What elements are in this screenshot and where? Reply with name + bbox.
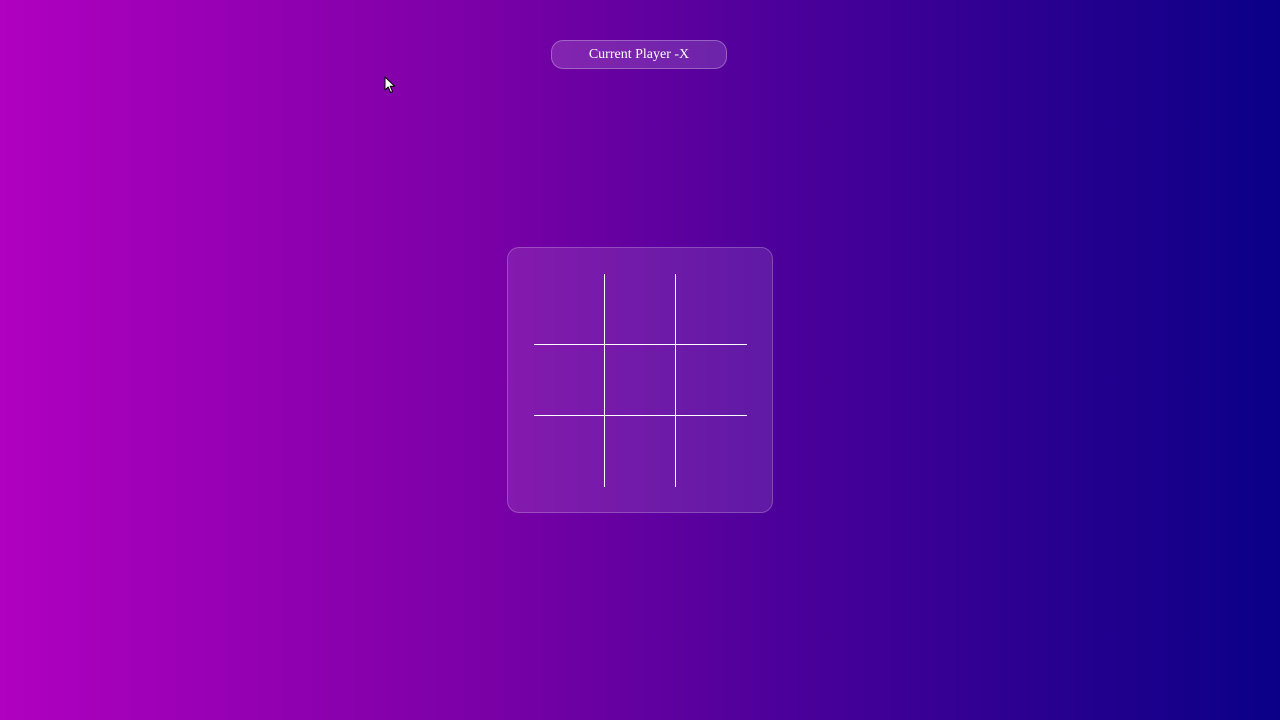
board-cell-9[interactable] <box>676 416 747 487</box>
game-board-card <box>507 247 773 513</box>
board-cell-5[interactable] <box>605 345 676 416</box>
board-cell-3[interactable] <box>676 274 747 345</box>
tic-tac-toe-grid <box>534 274 747 487</box>
board-cell-6[interactable] <box>676 345 747 416</box>
arrow-cursor-icon <box>384 76 396 93</box>
board-cell-2[interactable] <box>605 274 676 345</box>
board-cell-1[interactable] <box>534 274 605 345</box>
board-cell-8[interactable] <box>605 416 676 487</box>
board-cell-7[interactable] <box>534 416 605 487</box>
board-cell-4[interactable] <box>534 345 605 416</box>
current-player-status: Current Player -X <box>551 40 727 69</box>
